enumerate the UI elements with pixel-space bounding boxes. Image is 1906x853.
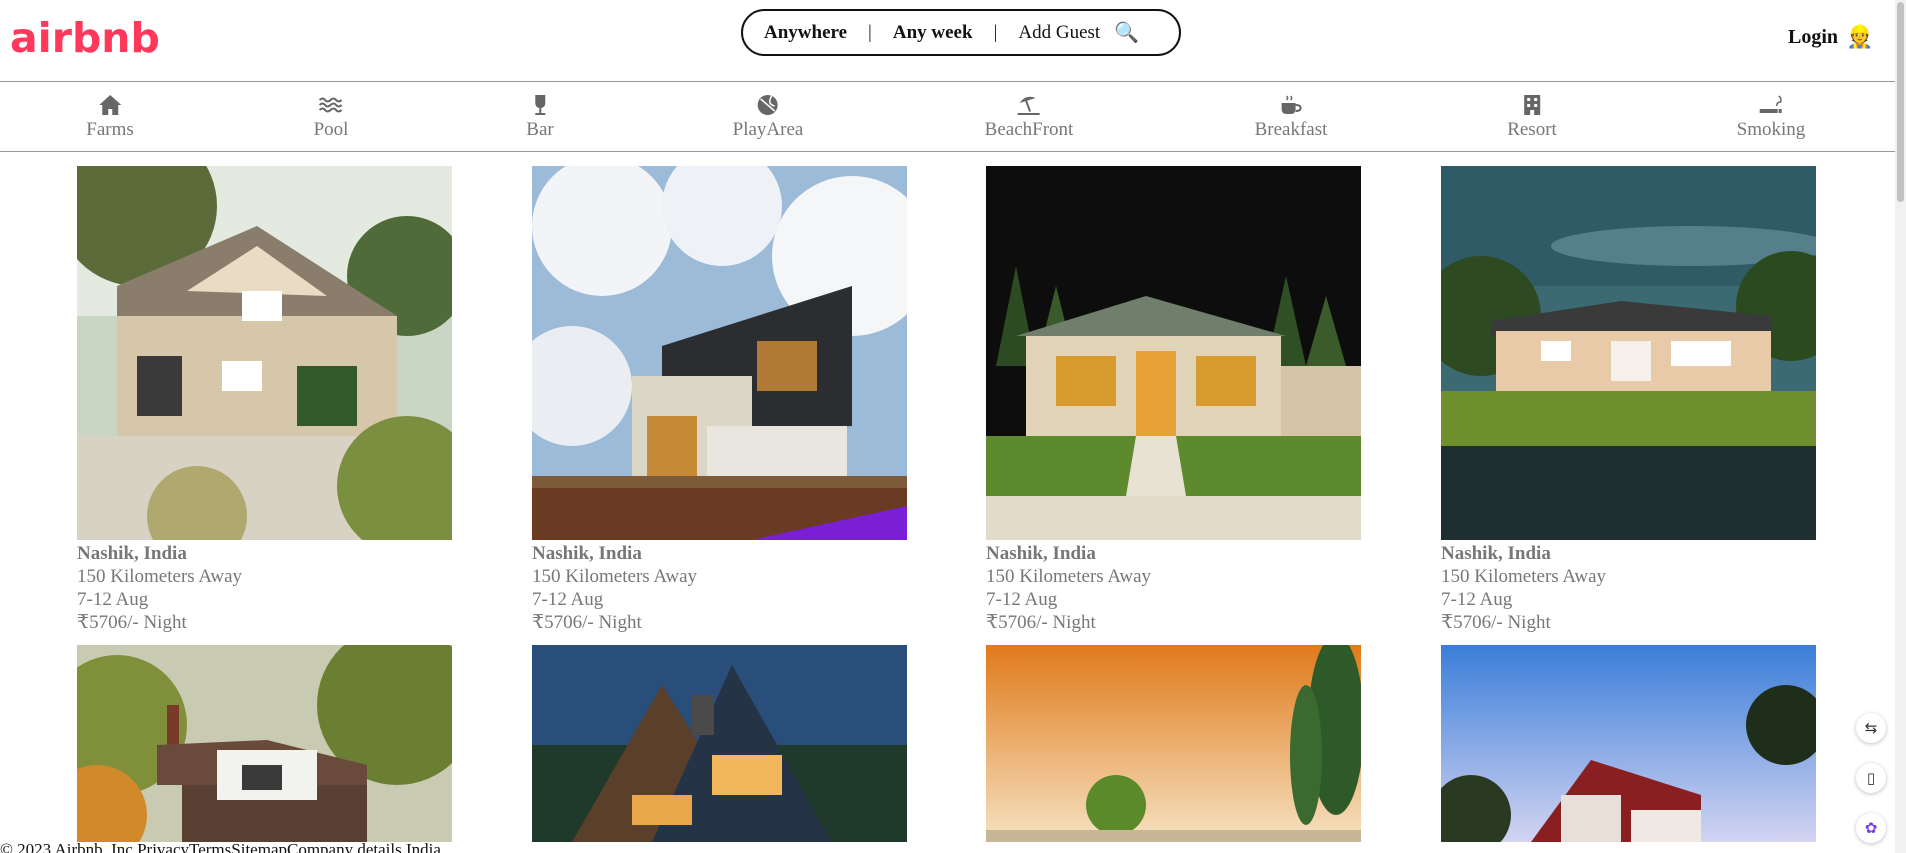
search-where[interactable]: Anywhere [764,22,847,44]
listing-details: Nashik, India 150 Kilometers Away 7-12 A… [532,542,907,634]
page-scrollbar[interactable] [1895,0,1906,853]
wine-glass-icon [527,94,553,116]
search-when[interactable]: Any week [893,22,973,44]
listing-card[interactable]: Nashik, India 150 Kilometers Away 7-12 A… [77,166,452,634]
listing-location: Nashik, India [532,543,642,564]
listing-dates: 7-12 Aug [1441,589,1513,610]
login-label: Login [1788,25,1839,48]
listing-price: ₹5706/- Night [986,612,1096,633]
category-label: BeachFront [984,119,1074,140]
listing-dates: 7-12 Aug [77,589,149,610]
category-farms[interactable]: Farms [86,94,134,141]
listing-card[interactable] [986,645,1361,842]
coffee-cup-icon [1278,94,1304,116]
listing-photo[interactable] [77,166,452,540]
listing-photo[interactable] [532,645,907,842]
footer-text: © 2023 Airbnb, Inc.PrivacyTermsSitemapCo… [0,840,441,853]
category-bar: Farms Pool Bar PlayArea BeachFront Break… [0,82,1895,152]
search-divider: | [993,21,998,43]
smoking-icon [1758,94,1784,116]
listing-card[interactable]: Nashik, India 150 Kilometers Away 7-12 A… [986,166,1361,634]
listing-photo[interactable] [1441,166,1816,540]
airbnb-logo[interactable]: airbnb [10,14,160,62]
listing-details: Nashik, India 150 Kilometers Away 7-12 A… [986,542,1361,634]
listing-card[interactable]: Nashik, India 150 Kilometers Away 7-12 A… [1441,166,1816,634]
category-bar[interactable]: Bar [526,94,554,141]
listing-photo[interactable] [1441,645,1816,842]
listing-price: ₹5706/- Night [1441,612,1551,633]
listing-photo[interactable] [986,166,1361,540]
listing-details: Nashik, India 150 Kilometers Away 7-12 A… [77,542,452,634]
category-label: PlayArea [732,119,804,140]
waves-icon [318,94,344,116]
listing-photo[interactable] [77,645,452,842]
listing-card[interactable] [532,645,907,842]
search-icon[interactable]: 🔍 [1114,23,1139,43]
category-label: Pool [313,119,349,140]
category-pool[interactable]: Pool [313,94,349,141]
listings-grid: Nashik, India 150 Kilometers Away 7-12 A… [0,166,1895,842]
category-beachfront[interactable]: BeachFront [984,94,1074,141]
category-label: Resort [1507,119,1557,140]
assistant-icon[interactable]: ✿ [1856,813,1886,843]
ball-icon [755,94,781,116]
category-smoking[interactable]: Smoking [1736,94,1806,141]
category-label: Breakfast [1254,119,1328,140]
translate-icon[interactable]: ⇆ [1856,713,1886,743]
book-icon[interactable]: ▯ [1856,763,1886,793]
listing-dates: 7-12 Aug [532,589,604,610]
listing-price: ₹5706/- Night [532,612,642,633]
listing-location: Nashik, India [986,543,1096,564]
listing-photo[interactable] [532,166,907,540]
listing-price: ₹5706/- Night [77,612,187,633]
category-breakfast[interactable]: Breakfast [1254,94,1328,141]
login-button[interactable]: Login 👷 [1788,24,1873,50]
listing-card[interactable]: Nashik, India 150 Kilometers Away 7-12 A… [532,166,907,634]
category-label: Smoking [1736,119,1806,140]
listing-photo[interactable] [986,645,1361,842]
home-icon [97,94,123,116]
building-icon [1519,94,1545,116]
listing-location: Nashik, India [1441,543,1551,564]
search-guests[interactable]: Add Guest [1018,22,1100,44]
search-bar[interactable]: Anywhere | Any week | Add Guest 🔍 [741,9,1181,56]
listing-card[interactable] [1441,645,1816,842]
listing-distance: 150 Kilometers Away [986,566,1152,587]
category-label: Bar [526,119,554,140]
listing-distance: 150 Kilometers Away [77,566,243,587]
scrollbar-thumb[interactable] [1897,2,1904,202]
category-label: Farms [86,119,134,140]
category-playarea[interactable]: PlayArea [732,94,804,141]
listing-location: Nashik, India [77,543,187,564]
category-resort[interactable]: Resort [1507,94,1557,141]
listing-details: Nashik, India 150 Kilometers Away 7-12 A… [1441,542,1816,634]
umbrella-beach-icon [1016,94,1042,116]
listing-card[interactable] [77,645,452,842]
listing-distance: 150 Kilometers Away [1441,566,1607,587]
listing-dates: 7-12 Aug [986,589,1058,610]
listing-distance: 150 Kilometers Away [532,566,698,587]
search-divider: | [868,21,872,43]
user-avatar-icon: 👷 [1846,24,1874,49]
top-header: airbnb Anywhere | Any week | Add Guest 🔍… [0,0,1895,82]
